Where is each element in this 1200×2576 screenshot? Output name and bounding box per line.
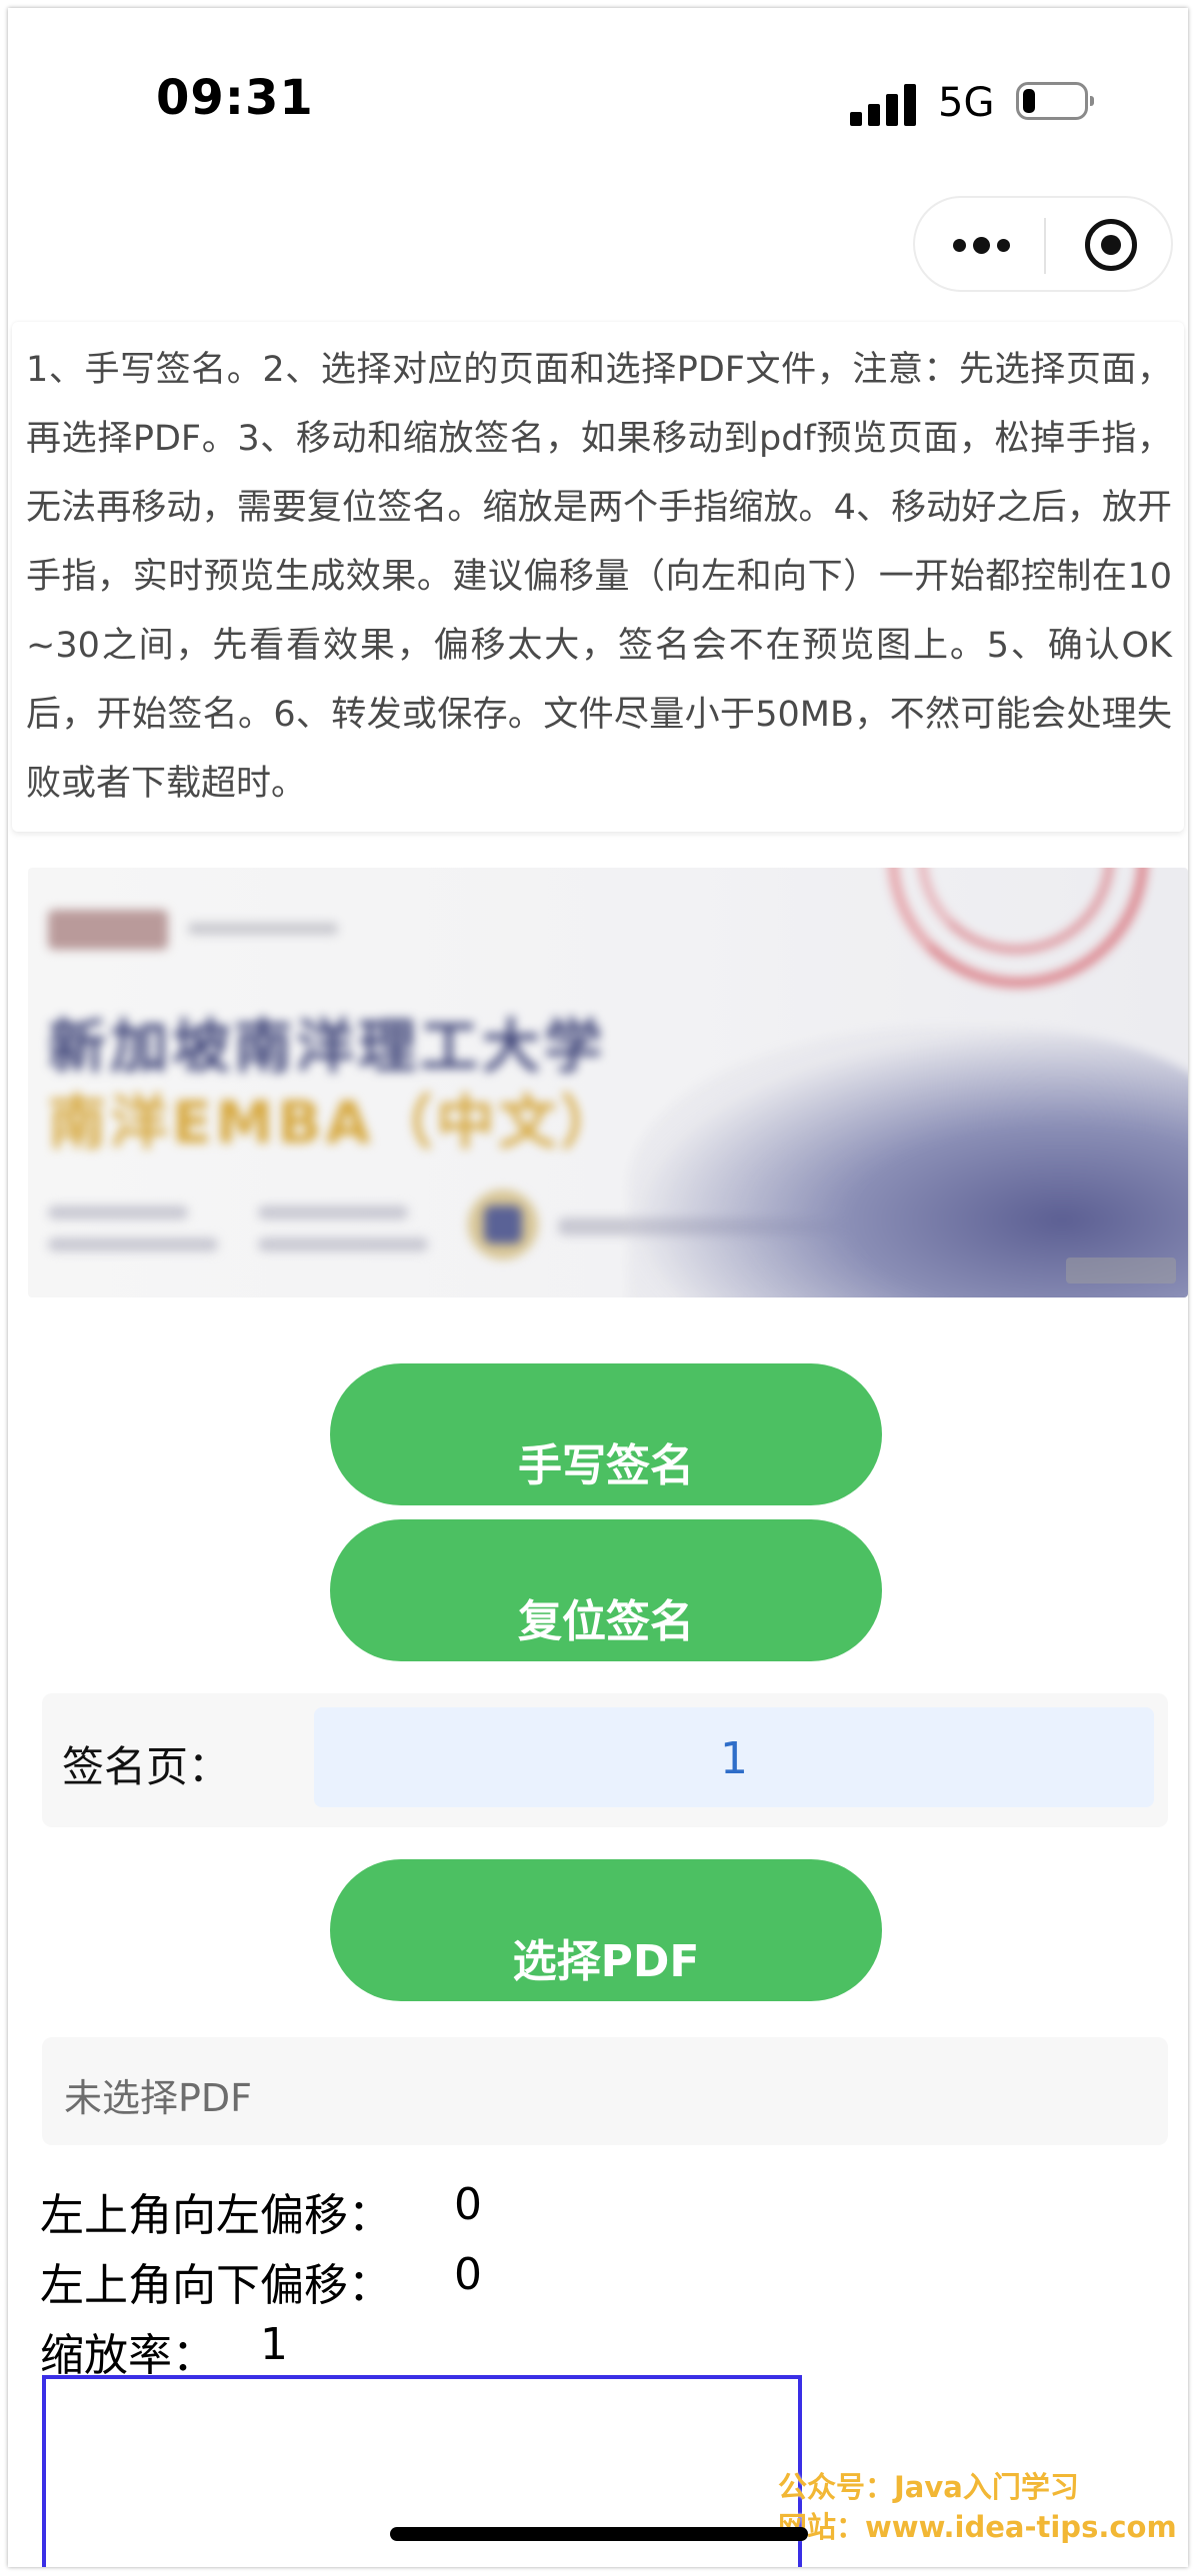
pdf-status-text: 未选择PDF <box>64 2076 253 2120</box>
capsule-divider <box>1044 218 1046 274</box>
instructions-text: 1、手写签名。2、选择对应的页面和选择PDF文件，注意：先选择页面，再选择PDF… <box>26 350 1172 804</box>
target-circle-icon[interactable] <box>1085 219 1137 271</box>
handwrite-signature-button[interactable]: 手写签名 <box>330 1363 882 1505</box>
left-offset-value: 0 <box>454 2179 482 2230</box>
status-time: 09:31 <box>156 70 314 126</box>
signal-icon <box>850 82 916 126</box>
scale-value: 1 <box>260 2319 288 2370</box>
home-indicator[interactable] <box>390 2527 808 2541</box>
ad-chip <box>258 1238 428 1252</box>
down-offset-row: 左上角向下偏移： 0 <box>40 2249 482 2313</box>
left-offset-label: 左上角向左偏移： <box>40 2190 392 2241</box>
scale-row: 缩放率： 1 <box>40 2319 288 2383</box>
ad-headline: 新加坡南洋理工大学 <box>48 1013 607 1081</box>
select-pdf-button[interactable]: 选择PDF <box>330 1859 882 2001</box>
ad-banner[interactable]: 新加坡南洋理工大学 南洋EMBA（中文） <box>28 868 1188 1297</box>
down-offset-label: 左上角向下偏移： <box>40 2260 392 2311</box>
ad-artwork: 新加坡南洋理工大学 南洋EMBA（中文） <box>28 868 1188 1297</box>
signature-page-value: 1 <box>720 1733 748 1784</box>
down-offset-value: 0 <box>454 2249 482 2300</box>
ad-subheadline: 南洋EMBA（中文） <box>48 1089 623 1157</box>
watermark-line1: 公众号：Java入门学习 <box>778 2470 1079 2504</box>
signature-page-picker[interactable]: 1 <box>314 1707 1154 1807</box>
ad-logo <box>48 910 168 950</box>
instructions-card: 1、手写签名。2、选择对应的页面和选择PDF文件，注意：先选择页面，再选择PDF… <box>12 322 1184 832</box>
pdf-status-field: 未选择PDF <box>42 2037 1168 2145</box>
select-pdf-label: 选择PDF <box>512 1936 700 1987</box>
battery-icon <box>1016 82 1094 120</box>
network-type: 5G <box>938 80 995 126</box>
left-offset-row: 左上角向左偏移： 0 <box>40 2179 482 2243</box>
ad-tag <box>1066 1258 1176 1284</box>
ad-chip <box>48 1206 188 1220</box>
ad-chip <box>258 1206 408 1220</box>
handwrite-signature-label: 手写签名 <box>518 1440 694 1491</box>
signature-page-row: 签名页： 1 <box>42 1693 1168 1827</box>
scale-label: 缩放率： <box>40 2330 216 2381</box>
battery-level <box>1023 89 1035 113</box>
signature-page-label: 签名页： <box>62 1742 231 1791</box>
capsule-menu <box>913 196 1173 292</box>
phone-screen: 09:31 5G 1、手写签名。2、选择对应的页面和选择PDF文件，注意：先选择… <box>8 8 1188 2567</box>
watermark-line2: 网站：www.idea-tips.com <box>778 2510 1177 2544</box>
more-dots-icon[interactable] <box>953 235 1013 255</box>
ad-seal-icon <box>468 1190 538 1260</box>
reset-signature-button[interactable]: 复位签名 <box>330 1519 882 1661</box>
watermark: 公众号：Java入门学习 网站：www.idea-tips.com <box>778 2467 1177 2547</box>
ad-subtitle-bar <box>188 923 338 935</box>
ad-chip <box>48 1238 218 1252</box>
reset-signature-label: 复位签名 <box>518 1596 694 1647</box>
